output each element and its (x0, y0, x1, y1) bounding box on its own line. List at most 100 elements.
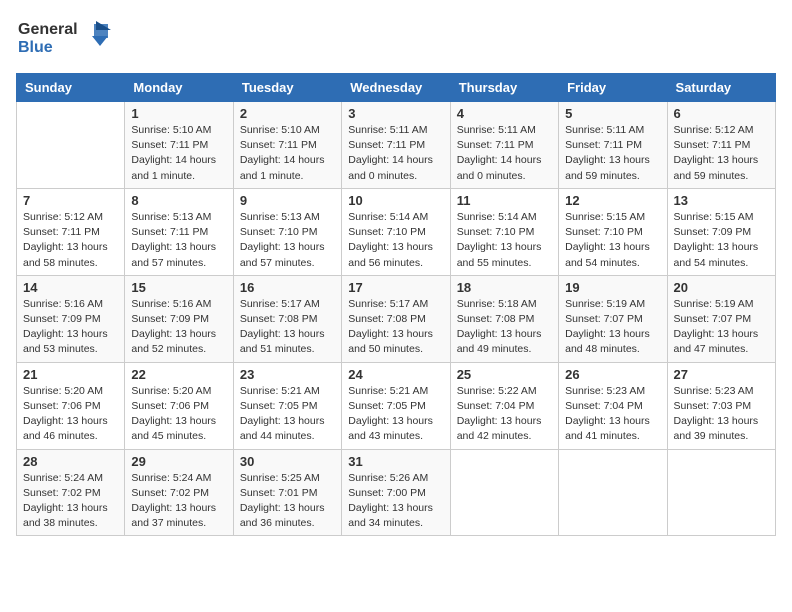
day-info: Sunrise: 5:15 AM Sunset: 7:09 PM Dayligh… (674, 210, 769, 271)
calendar-body: 1 Sunrise: 5:10 AM Sunset: 7:11 PM Daylig… (17, 102, 776, 536)
day-number: 28 (23, 454, 118, 469)
col-header-monday: Monday (125, 74, 233, 102)
day-cell: 30 Sunrise: 5:25 AM Sunset: 7:01 PM Dayli… (233, 449, 341, 536)
day-info: Sunrise: 5:11 AM Sunset: 7:11 PM Dayligh… (457, 123, 552, 184)
day-cell: 31 Sunrise: 5:26 AM Sunset: 7:00 PM Dayli… (342, 449, 450, 536)
day-cell: 5 Sunrise: 5:11 AM Sunset: 7:11 PM Daylig… (559, 102, 667, 189)
day-number: 30 (240, 454, 335, 469)
day-number: 21 (23, 367, 118, 382)
day-cell: 26Sunrise: 5:23 AM Sunset: 7:04 PM Dayli… (559, 362, 667, 449)
day-cell (559, 449, 667, 536)
day-number: 29 (131, 454, 226, 469)
day-info: Sunrise: 5:24 AM Sunset: 7:02 PM Dayligh… (131, 471, 226, 532)
col-header-wednesday: Wednesday (342, 74, 450, 102)
day-number: 19 (565, 280, 660, 295)
day-info: Sunrise: 5:19 AM Sunset: 7:07 PM Dayligh… (674, 297, 769, 358)
day-number: 11 (457, 193, 552, 208)
page-header: General Blue (16, 16, 776, 63)
day-info: Sunrise: 5:25 AM Sunset: 7:01 PM Dayligh… (240, 471, 335, 532)
day-info: Sunrise: 5:14 AM Sunset: 7:10 PM Dayligh… (457, 210, 552, 271)
col-header-saturday: Saturday (667, 74, 775, 102)
day-number: 27 (674, 367, 769, 382)
day-info: Sunrise: 5:11 AM Sunset: 7:11 PM Dayligh… (348, 123, 443, 184)
day-info: Sunrise: 5:13 AM Sunset: 7:11 PM Dayligh… (131, 210, 226, 271)
svg-text:General: General (18, 21, 78, 38)
day-cell: 22Sunrise: 5:20 AM Sunset: 7:06 PM Dayli… (125, 362, 233, 449)
day-number: 3 (348, 106, 443, 121)
day-cell: 4 Sunrise: 5:11 AM Sunset: 7:11 PM Daylig… (450, 102, 558, 189)
day-number: 31 (348, 454, 443, 469)
day-number: 23 (240, 367, 335, 382)
day-info: Sunrise: 5:21 AM Sunset: 7:05 PM Dayligh… (348, 384, 443, 445)
logo-text: General Blue (16, 16, 126, 63)
day-number: 20 (674, 280, 769, 295)
day-info: Sunrise: 5:23 AM Sunset: 7:03 PM Dayligh… (674, 384, 769, 445)
day-info: Sunrise: 5:18 AM Sunset: 7:08 PM Dayligh… (457, 297, 552, 358)
day-cell: 17Sunrise: 5:17 AM Sunset: 7:08 PM Dayli… (342, 275, 450, 362)
day-number: 24 (348, 367, 443, 382)
day-cell: 23Sunrise: 5:21 AM Sunset: 7:05 PM Dayli… (233, 362, 341, 449)
day-cell: 15 Sunrise: 5:16 AM Sunset: 7:09 PM Dayli… (125, 275, 233, 362)
day-number: 2 (240, 106, 335, 121)
day-cell (450, 449, 558, 536)
day-cell: 19 Sunrise: 5:19 AM Sunset: 7:07 PM Dayli… (559, 275, 667, 362)
day-cell: 16 Sunrise: 5:17 AM Sunset: 7:08 PM Dayli… (233, 275, 341, 362)
day-info: Sunrise: 5:24 AM Sunset: 7:02 PM Dayligh… (23, 471, 118, 532)
day-info: Sunrise: 5:17 AM Sunset: 7:08 PM Dayligh… (348, 297, 443, 358)
day-number: 13 (674, 193, 769, 208)
day-info: Sunrise: 5:20 AM Sunset: 7:06 PM Dayligh… (23, 384, 118, 445)
day-number: 4 (457, 106, 552, 121)
day-cell (667, 449, 775, 536)
day-cell: 13 Sunrise: 5:15 AM Sunset: 7:09 PM Dayli… (667, 188, 775, 275)
header-row: SundayMondayTuesdayWednesdayThursdayFrid… (17, 74, 776, 102)
day-number: 22 (131, 367, 226, 382)
col-header-sunday: Sunday (17, 74, 125, 102)
week-row-5: 28 Sunrise: 5:24 AM Sunset: 7:02 PM Dayli… (17, 449, 776, 536)
week-row-2: 7Sunrise: 5:12 AM Sunset: 7:11 PM Daylig… (17, 188, 776, 275)
day-number: 10 (348, 193, 443, 208)
day-cell: 20 Sunrise: 5:19 AM Sunset: 7:07 PM Dayli… (667, 275, 775, 362)
day-number: 1 (131, 106, 226, 121)
day-info: Sunrise: 5:10 AM Sunset: 7:11 PM Dayligh… (131, 123, 226, 184)
day-number: 18 (457, 280, 552, 295)
week-row-1: 1 Sunrise: 5:10 AM Sunset: 7:11 PM Daylig… (17, 102, 776, 189)
day-cell: 6 Sunrise: 5:12 AM Sunset: 7:11 PM Daylig… (667, 102, 775, 189)
day-info: Sunrise: 5:17 AM Sunset: 7:08 PM Dayligh… (240, 297, 335, 358)
logo: General Blue (16, 16, 126, 63)
day-number: 15 (131, 280, 226, 295)
day-cell: 21 Sunrise: 5:20 AM Sunset: 7:06 PM Dayli… (17, 362, 125, 449)
day-cell: 1 Sunrise: 5:10 AM Sunset: 7:11 PM Daylig… (125, 102, 233, 189)
day-info: Sunrise: 5:12 AM Sunset: 7:11 PM Dayligh… (23, 210, 118, 271)
logo-svg: General Blue (16, 16, 126, 58)
day-cell: 9 Sunrise: 5:13 AM Sunset: 7:10 PM Daylig… (233, 188, 341, 275)
week-row-3: 14 Sunrise: 5:16 AM Sunset: 7:09 PM Dayli… (17, 275, 776, 362)
day-info: Sunrise: 5:15 AM Sunset: 7:10 PM Dayligh… (565, 210, 660, 271)
day-info: Sunrise: 5:26 AM Sunset: 7:00 PM Dayligh… (348, 471, 443, 532)
day-number: 26 (565, 367, 660, 382)
day-cell: 24 Sunrise: 5:21 AM Sunset: 7:05 PM Dayli… (342, 362, 450, 449)
day-info: Sunrise: 5:19 AM Sunset: 7:07 PM Dayligh… (565, 297, 660, 358)
day-cell: 3 Sunrise: 5:11 AM Sunset: 7:11 PM Daylig… (342, 102, 450, 189)
day-cell: 11 Sunrise: 5:14 AM Sunset: 7:10 PM Dayli… (450, 188, 558, 275)
svg-text:Blue: Blue (18, 39, 53, 56)
day-cell: 8Sunrise: 5:13 AM Sunset: 7:11 PM Daylig… (125, 188, 233, 275)
col-header-tuesday: Tuesday (233, 74, 341, 102)
day-number: 6 (674, 106, 769, 121)
day-number: 14 (23, 280, 118, 295)
week-row-4: 21 Sunrise: 5:20 AM Sunset: 7:06 PM Dayli… (17, 362, 776, 449)
day-cell: 14 Sunrise: 5:16 AM Sunset: 7:09 PM Dayli… (17, 275, 125, 362)
day-number: 5 (565, 106, 660, 121)
day-info: Sunrise: 5:12 AM Sunset: 7:11 PM Dayligh… (674, 123, 769, 184)
day-info: Sunrise: 5:11 AM Sunset: 7:11 PM Dayligh… (565, 123, 660, 184)
day-cell: 27 Sunrise: 5:23 AM Sunset: 7:03 PM Dayli… (667, 362, 775, 449)
day-number: 9 (240, 193, 335, 208)
day-cell: 10Sunrise: 5:14 AM Sunset: 7:10 PM Dayli… (342, 188, 450, 275)
day-cell: 25Sunrise: 5:22 AM Sunset: 7:04 PM Dayli… (450, 362, 558, 449)
day-number: 16 (240, 280, 335, 295)
day-info: Sunrise: 5:13 AM Sunset: 7:10 PM Dayligh… (240, 210, 335, 271)
day-info: Sunrise: 5:22 AM Sunset: 7:04 PM Dayligh… (457, 384, 552, 445)
day-cell (17, 102, 125, 189)
calendar-table: SundayMondayTuesdayWednesdayThursdayFrid… (16, 73, 776, 536)
day-info: Sunrise: 5:16 AM Sunset: 7:09 PM Dayligh… (131, 297, 226, 358)
day-info: Sunrise: 5:16 AM Sunset: 7:09 PM Dayligh… (23, 297, 118, 358)
